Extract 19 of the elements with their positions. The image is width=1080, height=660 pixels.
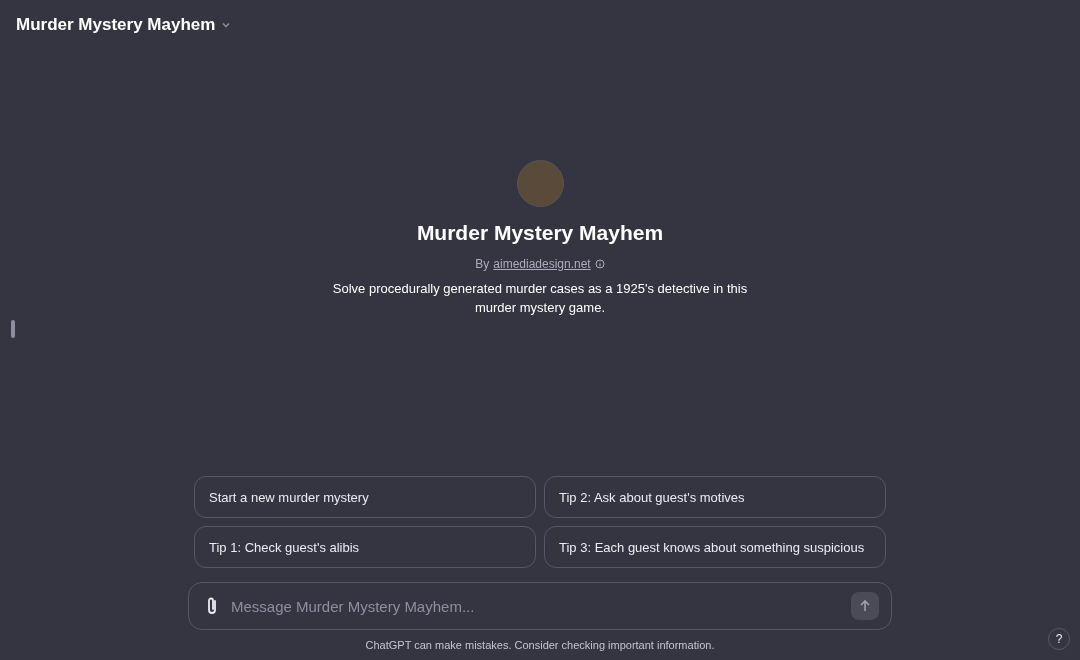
suggestion-button[interactable]: Tip 3: Each guest knows about something suspicious bbox=[544, 526, 886, 568]
message-field[interactable]: Message Murder Mystery Mayhem... bbox=[229, 596, 841, 616]
suggestion-button[interactable]: Start a new murder mystery bbox=[194, 476, 536, 518]
disclaimer-text: ChatGPT can make mistakes. Consider checking important information. bbox=[365, 639, 715, 651]
info-icon[interactable] bbox=[594, 259, 605, 269]
gpt-description: Solve procedurally generated murder cases as a 1925's detective in this murder mystery game. bbox=[331, 280, 749, 317]
by-label: By bbox=[475, 257, 490, 271]
arrow-up-icon bbox=[858, 599, 872, 613]
paperclip-icon[interactable] bbox=[205, 596, 219, 616]
suggestion-button[interactable]: Tip 2: Ask about guest's motives bbox=[544, 476, 886, 518]
chevron-down-icon[interactable] bbox=[221, 20, 232, 30]
gpt-name: Murder Mystery Mayhem bbox=[416, 221, 664, 245]
send-button[interactable] bbox=[851, 592, 879, 620]
sidebar-handle[interactable] bbox=[11, 320, 15, 338]
author-link[interactable]: aimediadesign.net bbox=[493, 257, 591, 271]
message-composer[interactable]: Message Murder Mystery Mayhem... bbox=[188, 582, 892, 630]
suggestion-button[interactable]: Tip 1: Check guest's alibis bbox=[194, 526, 536, 568]
chat-title[interactable]: Murder Mystery Mayhem bbox=[16, 15, 216, 35]
avatar-placeholder bbox=[516, 160, 564, 207]
